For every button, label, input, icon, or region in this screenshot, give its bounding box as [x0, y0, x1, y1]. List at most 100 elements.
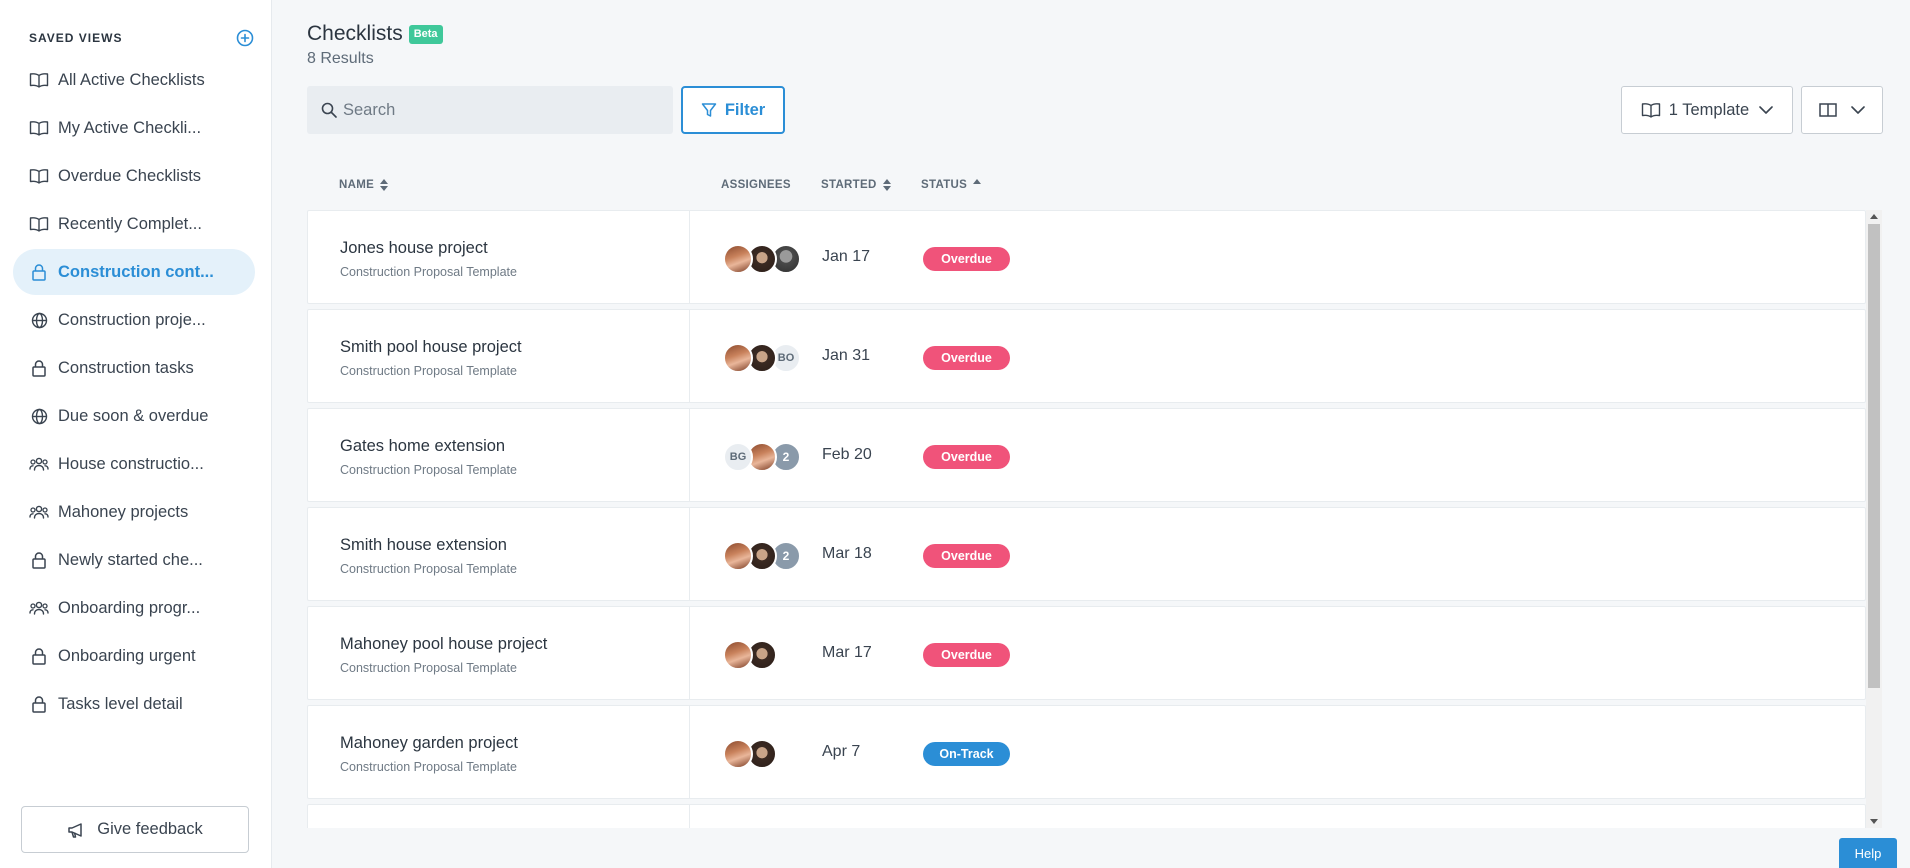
book-icon [29, 118, 49, 138]
checklist-name[interactable]: Mahoney pool house project [340, 635, 547, 654]
sidebar-title: SAVED VIEWS [29, 31, 123, 45]
sidebar-item-recently-complet[interactable]: Recently Complet... [13, 201, 255, 247]
sidebar-item-label: Due soon & overdue [58, 406, 209, 425]
checklist-name[interactable]: Jones house project [340, 239, 488, 258]
sidebar-item-overdue-checklists[interactable]: Overdue Checklists [13, 153, 255, 199]
sidebar-item-label: All Active Checklists [58, 70, 205, 89]
assignee-avatars[interactable] [723, 739, 777, 769]
scroll-up-arrow[interactable] [1870, 214, 1878, 219]
columns-icon [1819, 103, 1837, 117]
sidebar: SAVED VIEWS All Active Checklists My Acti… [0, 0, 272, 868]
sidebar-item-label: Mahoney projects [58, 502, 189, 521]
search-box[interactable] [307, 86, 673, 134]
users-icon [29, 454, 49, 474]
checklist-name[interactable]: Mahoney garden project [340, 734, 518, 753]
chevron-down-icon [1851, 106, 1865, 114]
table-row[interactable]: Mahoney garden project Construction Propo… [307, 705, 1866, 799]
scrollbar[interactable] [1866, 210, 1882, 828]
started-date: Jan 17 [822, 248, 871, 265]
column-name-label: NAME [339, 179, 375, 191]
sidebar-item-all-active-checklists[interactable]: All Active Checklists [13, 57, 255, 103]
assignee-avatars[interactable]: BO [723, 343, 801, 373]
started-date: Jan 31 [822, 347, 871, 364]
sidebar-item-label: Construction cont... [58, 262, 214, 281]
plus-circle-icon[interactable] [236, 29, 254, 47]
template-label: 1 Template [1668, 100, 1750, 119]
assignee-avatars[interactable] [723, 640, 777, 670]
scroll-down-arrow[interactable] [1870, 819, 1878, 824]
chevron-down-icon [1759, 106, 1774, 114]
sidebar-item-construction-tasks[interactable]: Construction tasks [13, 345, 255, 391]
search-icon [321, 102, 337, 118]
checklist-name[interactable]: Smith house extension [340, 536, 507, 555]
assignee-avatars[interactable]: BG 2 [723, 442, 801, 472]
book-icon [29, 166, 49, 186]
status-badge: Overdue [923, 544, 1010, 568]
sidebar-item-mahoney-projects[interactable]: Mahoney projects [13, 489, 255, 535]
give-feedback-label: Give feedback [97, 820, 203, 838]
checklist-template: Construction Proposal Template [340, 760, 517, 774]
sidebar-item-label: Construction tasks [58, 358, 194, 377]
sidebar-item-house-constructio[interactable]: House constructio... [13, 441, 255, 487]
sidebar-item-label: House constructio... [58, 454, 204, 473]
status-badge: Overdue [923, 445, 1010, 469]
checklist-table-body: Jones house project Construction Proposal… [307, 210, 1867, 828]
table-row[interactable]: Smith pool house project Construction Pro… [307, 309, 1866, 403]
table-row[interactable] [307, 804, 1866, 828]
lock-icon [29, 550, 49, 570]
column-header-status[interactable]: STATUS [921, 179, 982, 191]
status-badge: Overdue [923, 643, 1010, 667]
sidebar-item-tasks-level-detail[interactable]: Tasks level detail [13, 681, 255, 727]
started-date: Feb 20 [822, 446, 872, 463]
search-input[interactable] [343, 100, 643, 120]
column-header-name[interactable]: NAME [339, 179, 389, 191]
sidebar-item-my-active-checkli[interactable]: My Active Checkli... [13, 105, 255, 151]
assignee-avatars[interactable] [723, 244, 801, 274]
globe-icon [29, 406, 49, 426]
give-feedback-button[interactable]: Give feedback [21, 806, 249, 853]
book-icon [29, 214, 49, 234]
checklist-template: Construction Proposal Template [340, 364, 517, 378]
lock-icon [29, 358, 49, 378]
sidebar-item-label: Construction proje... [58, 310, 206, 329]
sidebar-item-due-soon-overdue[interactable]: Due soon & overdue [13, 393, 255, 439]
table-row[interactable]: Mahoney pool house project Construction P… [307, 606, 1866, 700]
column-divider [689, 706, 690, 798]
column-header-started[interactable]: STARTED [821, 179, 891, 191]
filter-label: Filter [724, 100, 766, 119]
sidebar-item-onboarding-progr[interactable]: Onboarding progr... [13, 585, 255, 631]
sort-asc-icon [973, 179, 982, 184]
started-date: Mar 18 [822, 545, 872, 562]
help-button[interactable]: Help [1839, 838, 1897, 868]
table-header: NAME ASSIGNEES STARTED STATUS [307, 170, 1867, 202]
beta-badge: Beta [408, 24, 443, 44]
megaphone-icon [68, 822, 82, 838]
columns-dropdown[interactable] [1801, 86, 1883, 134]
page-title-text: Checklists [307, 22, 403, 45]
sidebar-item-label: Onboarding progr... [58, 598, 201, 617]
sidebar-item-construction-proje[interactable]: Construction proje... [13, 297, 255, 343]
checklist-name[interactable]: Gates home extension [340, 437, 505, 456]
column-header-assignees: ASSIGNEES [721, 179, 791, 191]
sidebar-item-newly-started-che[interactable]: Newly started che... [13, 537, 255, 583]
lock-icon [29, 262, 49, 282]
book-icon [1641, 102, 1661, 118]
template-dropdown[interactable]: 1 Template [1621, 86, 1793, 134]
book-icon [29, 70, 49, 90]
checklist-name[interactable]: Smith pool house project [340, 338, 522, 357]
sidebar-item-construction-cont[interactable]: Construction cont... [13, 249, 255, 295]
lock-icon [29, 646, 49, 666]
sort-icon [882, 179, 891, 191]
assignee-avatars[interactable]: 2 [723, 541, 801, 571]
table-row[interactable]: Gates home extension Construction Proposa… [307, 408, 1866, 502]
filter-button[interactable]: Filter [681, 86, 785, 134]
avatar-initials: BG [723, 442, 753, 472]
status-badge: On-Track [923, 742, 1010, 766]
sidebar-item-onboarding-urgent[interactable]: Onboarding urgent [13, 633, 255, 679]
column-divider [689, 409, 690, 501]
table-row[interactable]: Smith house extension Construction Propos… [307, 507, 1866, 601]
column-divider [689, 508, 690, 600]
sidebar-item-label: Onboarding urgent [58, 646, 196, 665]
scroll-thumb[interactable] [1868, 224, 1880, 688]
table-row[interactable]: Jones house project Construction Proposal… [307, 210, 1866, 304]
